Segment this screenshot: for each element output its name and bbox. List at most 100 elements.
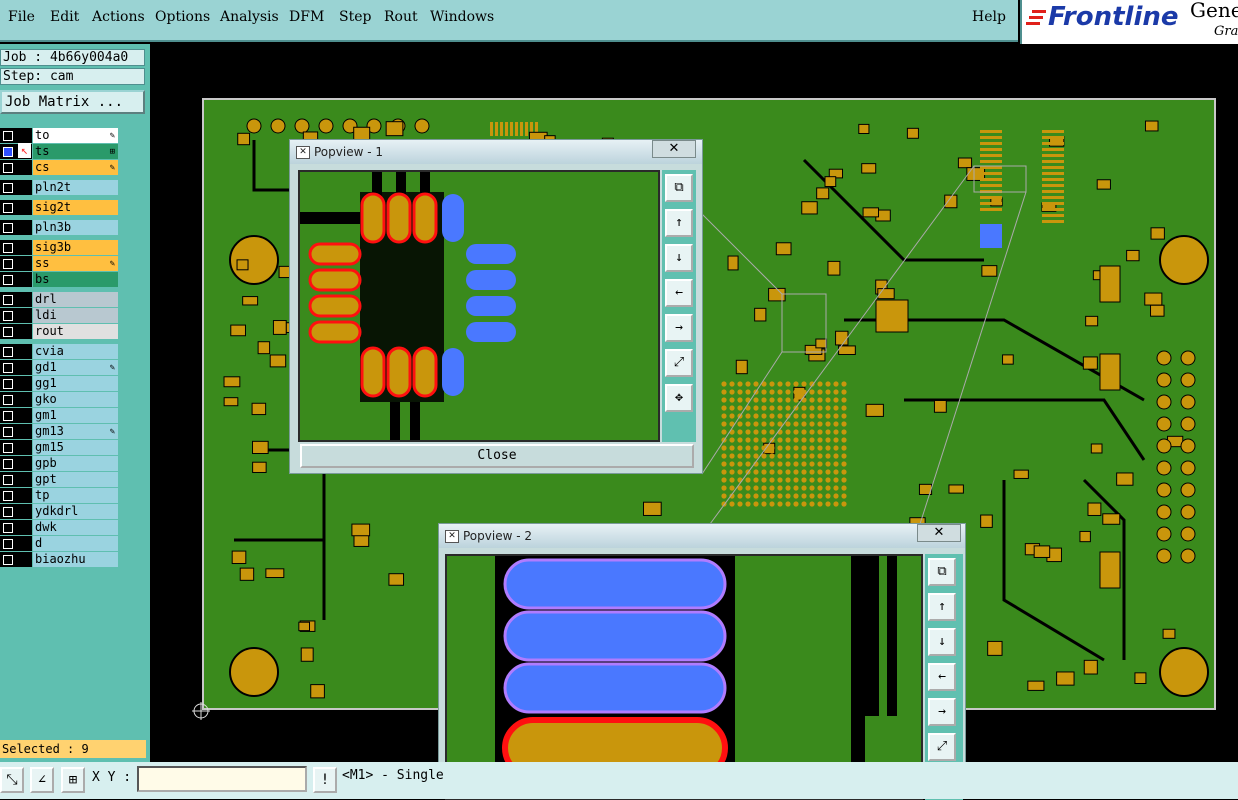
round-pad — [1156, 460, 1172, 476]
bga-ball — [809, 469, 815, 475]
bga-ball — [801, 501, 807, 507]
layer-row[interactable]: gpt — [0, 472, 118, 487]
menu-step[interactable]: Step — [339, 9, 371, 25]
layer-checkbox[interactable] — [3, 295, 13, 305]
popview-1-viewport[interactable] — [298, 170, 660, 442]
pan-right-icon[interactable]: → — [928, 698, 956, 726]
popview-1-window[interactable]: ✕ Popview - 1 ✕ ⧉ ↑ ↓ ← → ⤢ ✥ Close — [289, 139, 703, 474]
layer-row[interactable]: bs — [0, 272, 118, 287]
snap-grid-icon[interactable]: ⊞ — [61, 767, 85, 793]
layer-checkbox[interactable] — [3, 163, 13, 173]
popview-1-close-button[interactable]: Close — [300, 444, 694, 468]
layer-row[interactable]: to ✎ — [0, 128, 118, 143]
layer-checkbox[interactable] — [3, 203, 13, 213]
layer-checkbox[interactable] — [3, 379, 13, 389]
large-pad — [1099, 265, 1121, 303]
smd-pad — [957, 157, 973, 169]
layer-row[interactable]: gg1 — [0, 376, 118, 391]
connector-pin — [980, 148, 1002, 151]
layer-row[interactable]: sig3b — [0, 240, 118, 255]
layer-row[interactable]: gm13 ✎ — [0, 424, 118, 439]
zoom-out-icon[interactable]: ✥ — [665, 384, 693, 412]
layer-row[interactable]: dwk — [0, 520, 118, 535]
layer-row[interactable]: gpb — [0, 456, 118, 471]
pan-up-icon[interactable]: ↑ — [665, 209, 693, 237]
popview-1-close-icon[interactable]: ✕ — [652, 140, 696, 158]
layer-row[interactable]: pln2t — [0, 180, 118, 195]
layer-checkbox[interactable] — [3, 395, 13, 405]
layer-checkbox[interactable] — [3, 363, 13, 373]
layer-checkbox[interactable] — [3, 259, 13, 269]
menu-help[interactable]: Help — [972, 9, 1006, 25]
pan-right-icon[interactable]: → — [665, 314, 693, 342]
layer-row[interactable]: gm15 — [0, 440, 118, 455]
layer-checkbox[interactable] — [3, 275, 13, 285]
layer-row[interactable]: cs ✎ — [0, 160, 118, 175]
zoom-window-icon[interactable]: ⧉ — [665, 174, 693, 202]
zoom-window-icon[interactable]: ⧉ — [928, 558, 956, 586]
layer-row[interactable]: pln3b — [0, 220, 118, 235]
menu-dfm[interactable]: DFM — [289, 9, 324, 25]
layer-row[interactable]: gd1 ✎ — [0, 360, 118, 375]
bga-ball — [777, 485, 783, 491]
popview-1-titlebar[interactable]: ✕ Popview - 1 — [290, 140, 702, 164]
menu-actions[interactable]: Actions — [92, 9, 145, 25]
layer-row[interactable]: cvia — [0, 344, 118, 359]
layer-row[interactable]: ydkdrl — [0, 504, 118, 519]
warning-button[interactable]: ! — [313, 767, 337, 793]
layer-row[interactable]: ts ⊞ ↖ — [0, 143, 118, 159]
layer-checkbox[interactable] — [3, 475, 13, 485]
job-matrix-button[interactable]: Job Matrix ... — [0, 90, 145, 114]
layer-checkbox[interactable] — [3, 411, 13, 421]
smd-pad — [1079, 530, 1091, 543]
layer-row[interactable]: ss ✎ — [0, 256, 118, 271]
layer-checkbox[interactable] — [3, 243, 13, 253]
layer-checkbox[interactable] — [3, 131, 13, 141]
menu-file[interactable]: File — [8, 9, 35, 25]
xy-input[interactable] — [137, 766, 307, 792]
layer-checkbox[interactable] — [3, 347, 13, 357]
layer-checkbox[interactable] — [3, 147, 13, 157]
layer-row[interactable]: drl — [0, 292, 118, 307]
layer-checkbox[interactable] — [3, 327, 13, 337]
smd-pad — [838, 345, 856, 355]
layer-row[interactable]: biaozhu — [0, 552, 118, 567]
menu-options[interactable]: Options — [155, 9, 210, 25]
angle-icon[interactable]: ∠ — [30, 767, 54, 793]
layer-row[interactable]: gm1 — [0, 408, 118, 423]
menu-rout[interactable]: Rout — [384, 9, 418, 25]
layer-row[interactable]: ldi — [0, 308, 118, 323]
menu-analysis[interactable]: Analysis — [220, 9, 279, 25]
layer-row[interactable]: tp — [0, 488, 118, 503]
layer-checkbox[interactable] — [3, 491, 13, 501]
popview-2-close-icon[interactable]: ✕ — [917, 524, 961, 542]
layer-checkbox[interactable] — [3, 223, 13, 233]
layer-checkbox[interactable] — [3, 555, 13, 565]
layer-checkbox[interactable] — [3, 507, 13, 517]
layer-checkbox[interactable] — [3, 311, 13, 321]
pan-down-icon[interactable]: ↓ — [665, 244, 693, 272]
layer-row[interactable]: gko — [0, 392, 118, 407]
layer-panel: Job : 4b66y004a0 Step: cam Job Matrix ..… — [0, 44, 150, 799]
pan-up-icon[interactable]: ↑ — [928, 593, 956, 621]
zoom-in-icon[interactable]: ⤢ — [928, 733, 956, 761]
layer-checkbox[interactable] — [3, 183, 13, 193]
layer-row[interactable]: rout — [0, 324, 118, 339]
menu-edit[interactable]: Edit — [50, 9, 79, 25]
layer-checkbox[interactable] — [3, 459, 13, 469]
layer-checkbox[interactable] — [3, 523, 13, 533]
popview-2-window[interactable]: ✕ Popview - 2 ✕ ⧉ ↑ ↓ ← → ⤢ ✥ — [438, 523, 966, 800]
measure-icon[interactable]: ⤡ — [0, 767, 24, 793]
popview-2-titlebar[interactable]: ✕ Popview - 2 — [439, 524, 965, 548]
pan-down-icon[interactable]: ↓ — [928, 628, 956, 656]
pan-left-icon[interactable]: ← — [665, 279, 693, 307]
layer-checkbox[interactable] — [3, 443, 13, 453]
menu-windows[interactable]: Windows — [430, 9, 494, 25]
pan-left-icon[interactable]: ← — [928, 663, 956, 691]
smd-pad — [754, 307, 767, 322]
zoom-in-icon[interactable]: ⤢ — [665, 349, 693, 377]
layer-checkbox[interactable] — [3, 539, 13, 549]
layer-checkbox[interactable] — [3, 427, 13, 437]
layer-row[interactable]: sig2t — [0, 200, 118, 215]
layer-row[interactable]: d — [0, 536, 118, 551]
